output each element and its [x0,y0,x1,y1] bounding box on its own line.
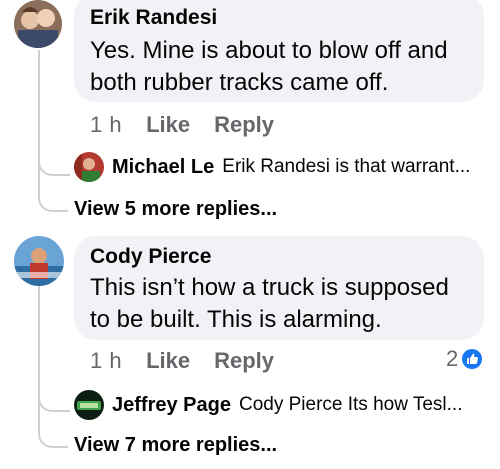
avatar[interactable] [14,236,64,286]
thread-connector [38,386,70,412]
reply-button[interactable]: Reply [214,348,274,374]
thread-connector [38,422,68,448]
avatar[interactable] [74,390,104,420]
timestamp[interactable]: 1 h [90,112,122,138]
reply-author[interactable]: Michael Le [112,156,214,179]
avatar[interactable] [14,0,62,48]
timestamp[interactable]: 1 h [90,348,122,374]
reaction-count-number: 2 [446,346,459,371]
comment-text-line: both rubber tracks came off. [90,69,389,96]
comment-actions: 1 h Like Reply [90,348,274,374]
reply-author[interactable]: Jeffrey Page [112,394,231,417]
comment-author[interactable]: Cody Pierce [90,245,211,269]
thumbs-up-icon [462,349,483,369]
reply-snippet: Cody Pierce Its how Tesl... [238,394,463,415]
comment-text-line: Yes. Mine is about to blow off and [90,37,448,64]
like-button[interactable]: Like [146,112,190,138]
thread-connector [38,188,68,212]
view-more-replies-link[interactable]: View 7 more replies... [74,434,277,457]
reply-snippet: Erik Randesi is that warrant... [222,156,471,177]
reply-preview[interactable]: Michael Le Erik Randesi is that warrant.… [74,152,470,182]
reply-preview[interactable]: Jeffrey Page Cody Pierce Its how Tesl... [74,390,463,420]
avatar[interactable] [74,152,104,182]
view-more-replies-link[interactable]: View 5 more replies... [74,198,277,221]
comment-author[interactable]: Erik Randesi [90,6,217,30]
reaction-count[interactable]: 2 [446,346,483,372]
reply-button[interactable]: Reply [214,112,274,138]
thread-connector [38,150,70,176]
comment-text-line: to be built. This is alarming. [90,306,382,333]
comment-actions: 1 h Like Reply [90,112,274,138]
like-button[interactable]: Like [146,348,190,374]
comment-text-line: This isn’t how a truck is supposed [90,274,449,301]
